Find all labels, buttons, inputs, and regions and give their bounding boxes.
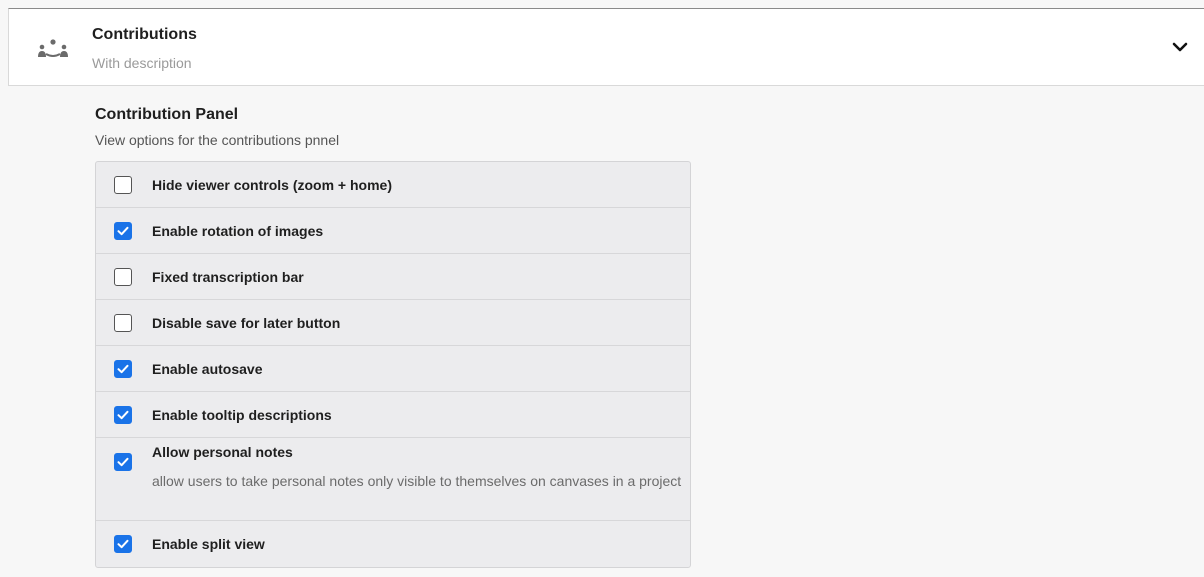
checkbox[interactable] xyxy=(114,313,132,332)
checkbox[interactable] xyxy=(114,453,132,471)
options-panel: Hide viewer controls (zoom + home) Enable… xyxy=(95,161,691,568)
option-row[interactable]: Hide viewer controls (zoom + home) xyxy=(96,162,690,208)
option-row[interactable]: Enable rotation of images xyxy=(96,208,690,254)
chevron-down-icon[interactable] xyxy=(1170,37,1190,57)
checkbox[interactable] xyxy=(114,359,132,378)
checkmark-icon xyxy=(117,410,129,419)
section-title: Contribution Panel xyxy=(95,106,239,123)
option-text: Enable split view xyxy=(152,536,265,552)
option-row[interactable]: Enable autosave xyxy=(96,346,690,392)
checkmark-icon xyxy=(117,226,129,235)
option-text: Disable save for later button xyxy=(152,315,340,331)
option-label: Enable tooltip descriptions xyxy=(152,406,332,423)
option-row[interactable]: Fixed transcription bar xyxy=(96,254,690,300)
option-text: Hide viewer controls (zoom + home) xyxy=(152,177,392,193)
option-text: Enable autosave xyxy=(152,361,263,377)
checkbox[interactable] xyxy=(114,175,132,194)
option-row[interactable]: Allow personal notes allow users to take … xyxy=(96,438,690,521)
checkmark-icon xyxy=(117,457,129,467)
contributions-accordion-header[interactable]: Contributions With description xyxy=(8,8,1204,86)
option-label: Enable autosave xyxy=(152,360,263,377)
settings-page: Contributions With description Contribut… xyxy=(0,0,1204,577)
accordion-title: Contributions xyxy=(92,26,197,43)
option-label: Hide viewer controls (zoom + home) xyxy=(152,176,392,193)
checkbox[interactable] xyxy=(114,535,132,553)
option-label: Enable split view xyxy=(152,536,265,552)
option-row[interactable]: Disable save for later button xyxy=(96,300,690,346)
accordion-subtitle: With description xyxy=(92,55,192,71)
option-row[interactable]: Enable tooltip descriptions xyxy=(96,392,690,438)
option-label: Fixed transcription bar xyxy=(152,268,304,285)
checkbox[interactable] xyxy=(114,267,132,286)
section-description: View options for the contributions pnnel xyxy=(95,132,340,148)
option-label: Enable rotation of images xyxy=(152,222,324,239)
checkbox[interactable] xyxy=(114,221,132,240)
contributors-icon xyxy=(38,39,68,57)
option-text: Allow personal notes allow users to take … xyxy=(152,444,692,492)
option-description: allow users to take personal notes only … xyxy=(152,473,682,489)
option-row[interactable]: Enable split view xyxy=(96,521,690,567)
option-label: Allow personal notes xyxy=(152,444,293,460)
checkmark-icon xyxy=(117,364,129,373)
option-text: Enable tooltip descriptions xyxy=(152,407,332,423)
checkmark-icon xyxy=(117,539,129,549)
option-text: Fixed transcription bar xyxy=(152,269,304,285)
option-label: Disable save for later button xyxy=(152,314,341,331)
option-text: Enable rotation of images xyxy=(152,223,323,239)
checkbox[interactable] xyxy=(114,405,132,424)
